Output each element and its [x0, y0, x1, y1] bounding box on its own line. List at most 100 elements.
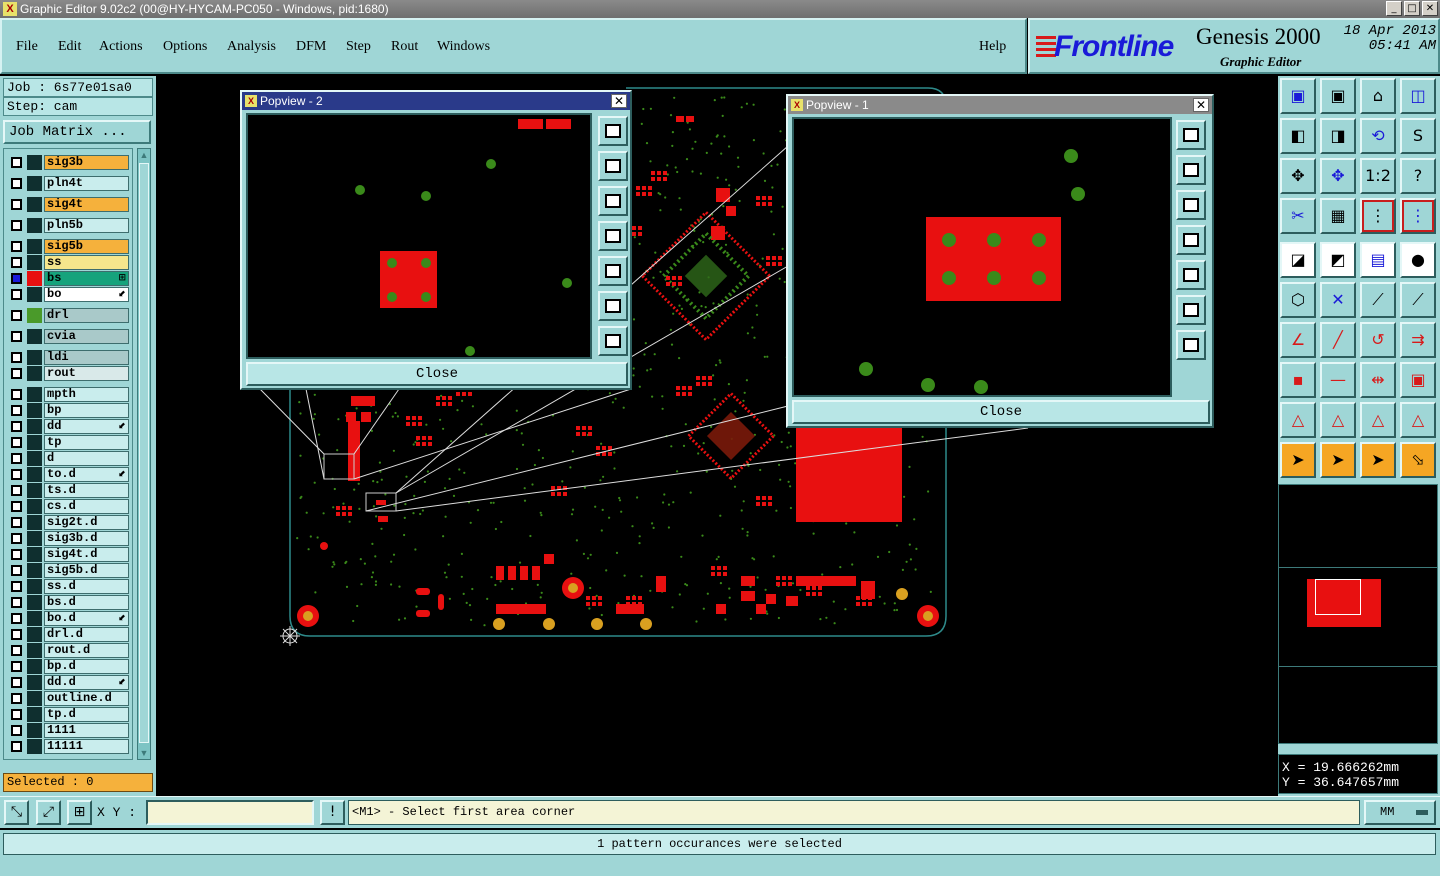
tool-button-4[interactable]: ◫ [1400, 78, 1436, 114]
layer-name[interactable]: bs ⊞ [44, 271, 129, 286]
tool-button-9[interactable]: ✥ [1280, 158, 1316, 194]
layer-row[interactable]: pln5b [7, 218, 129, 233]
layer-row[interactable]: sig4t.d [7, 547, 129, 562]
maximize-button[interactable]: □ [1404, 1, 1420, 16]
layer-row[interactable]: mpth [7, 387, 129, 402]
layer-checkbox[interactable] [11, 613, 22, 624]
tool-button-40[interactable]: ⬂ [1400, 442, 1436, 478]
layer-name[interactable]: drl.d [44, 627, 129, 642]
menu-rout[interactable]: Rout [391, 39, 418, 55]
layer-checkbox[interactable] [11, 241, 22, 252]
layer-color-swatch[interactable] [27, 483, 42, 498]
layer-row[interactable]: 11111 [7, 739, 129, 754]
layer-checkbox[interactable] [11, 421, 22, 432]
popview-pan-left-icon[interactable] [1176, 225, 1206, 255]
layer-checkbox[interactable] [11, 485, 22, 496]
layer-name[interactable]: sig3b.d [44, 531, 129, 546]
layer-color-swatch[interactable] [27, 659, 42, 674]
layer-row[interactable]: sig3b [7, 155, 129, 170]
layer-checkbox[interactable] [11, 257, 22, 268]
layer-color-swatch[interactable] [27, 451, 42, 466]
layer-color-swatch[interactable] [27, 643, 42, 658]
layer-name[interactable]: sig5b [44, 239, 129, 254]
tool-button-16[interactable]: ⋮ [1400, 198, 1436, 234]
layer-color-swatch[interactable] [27, 739, 42, 754]
layer-name[interactable]: sig4t [44, 197, 129, 212]
popview-zoom-in-icon[interactable] [1176, 295, 1206, 325]
layer-color-swatch[interactable] [27, 239, 42, 254]
tool-button-22[interactable]: ✕ [1320, 282, 1356, 318]
layer-row[interactable]: cs.d [7, 499, 129, 514]
tool-button-27[interactable]: ↺ [1360, 322, 1396, 358]
layer-row[interactable]: tp [7, 435, 129, 450]
layer-color-swatch[interactable] [27, 531, 42, 546]
layer-row[interactable]: bs ⊞ [7, 271, 129, 286]
layer-name[interactable]: ldi [44, 350, 129, 365]
tool-button-18[interactable]: ◩ [1320, 242, 1356, 278]
tool-button-34[interactable]: △ [1320, 402, 1356, 438]
layer-checkbox[interactable] [11, 199, 22, 210]
menu-actions[interactable]: Actions [99, 39, 143, 55]
layer-name[interactable]: d [44, 451, 129, 466]
layer-checkbox[interactable] [11, 549, 22, 560]
minimize-button[interactable]: _ [1386, 1, 1402, 16]
tool-button-25[interactable]: ∠ [1280, 322, 1316, 358]
layer-color-swatch[interactable] [27, 350, 42, 365]
layer-checkbox[interactable] [11, 741, 22, 752]
tool-button-13[interactable]: ✂ [1280, 198, 1316, 234]
tool-button-11[interactable]: 1:2 [1360, 158, 1396, 194]
popview-pan-down-icon[interactable] [1176, 190, 1206, 220]
layer-color-swatch[interactable] [27, 308, 42, 323]
layer-checkbox[interactable] [11, 629, 22, 640]
layer-row[interactable]: to.d ⬋ [7, 467, 129, 482]
popview-zoom-out-icon[interactable] [598, 326, 628, 356]
close-window-button[interactable]: ✕ [1422, 1, 1438, 16]
overview-map[interactable] [1278, 484, 1438, 744]
popview-pan-right-icon[interactable] [1176, 260, 1206, 290]
layer-name[interactable]: cs.d [44, 499, 129, 514]
tool-button-26[interactable]: ╱ [1320, 322, 1356, 358]
tool-button-1[interactable]: ▣ [1280, 78, 1316, 114]
layer-row[interactable]: bo.d ⬋ [7, 611, 129, 626]
menu-file[interactable]: File [16, 39, 38, 55]
layer-checkbox[interactable] [11, 693, 22, 704]
popview-zoom-fit-icon[interactable] [598, 116, 628, 146]
tool-button-6[interactable]: ◨ [1320, 118, 1356, 154]
measure-icon[interactable]: ⤢ [36, 800, 61, 825]
layer-color-swatch[interactable] [27, 723, 42, 738]
layer-row[interactable]: sig3b.d [7, 531, 129, 546]
layer-color-swatch[interactable] [27, 691, 42, 706]
tool-button-8[interactable]: S [1400, 118, 1436, 154]
layer-checkbox[interactable] [11, 469, 22, 480]
tool-button-21[interactable]: ⬡ [1280, 282, 1316, 318]
layer-row[interactable]: cvia [7, 329, 129, 344]
tool-button-17[interactable]: ◪ [1280, 242, 1316, 278]
tool-button-36[interactable]: △ [1400, 402, 1436, 438]
layer-row[interactable]: tp.d [7, 707, 129, 722]
layer-name[interactable]: drl [44, 308, 129, 323]
tool-button-23[interactable]: ⟋ [1360, 282, 1396, 318]
layer-row[interactable]: bo ⬋ [7, 287, 129, 302]
layer-checkbox[interactable] [11, 645, 22, 656]
layer-color-swatch[interactable] [27, 627, 42, 642]
layer-name[interactable]: mpth [44, 387, 129, 402]
layer-checkbox[interactable] [11, 331, 22, 342]
layer-name[interactable]: sig3b [44, 155, 129, 170]
layer-checkbox[interactable] [11, 501, 22, 512]
layer-checkbox[interactable] [11, 352, 22, 363]
popview-zoom-out-icon[interactable] [1176, 330, 1206, 360]
layer-row[interactable]: bp [7, 403, 129, 418]
layer-row[interactable]: d [7, 451, 129, 466]
layer-row[interactable]: 1111 [7, 723, 129, 738]
tool-button-31[interactable]: ⇹ [1360, 362, 1396, 398]
layer-checkbox[interactable] [11, 725, 22, 736]
tool-button-14[interactable]: ▦ [1320, 198, 1356, 234]
layer-checkbox[interactable] [11, 565, 22, 576]
popview-1-close-button[interactable]: Close [792, 400, 1210, 424]
layer-name[interactable]: sig4t.d [44, 547, 129, 562]
grid-icon[interactable]: ⊞ [67, 800, 92, 825]
layer-checkbox[interactable] [11, 453, 22, 464]
layer-row[interactable]: dd.d ⬋ [7, 675, 129, 690]
layer-name[interactable]: outline.d [44, 691, 129, 706]
tool-button-29[interactable]: ▪ [1280, 362, 1316, 398]
